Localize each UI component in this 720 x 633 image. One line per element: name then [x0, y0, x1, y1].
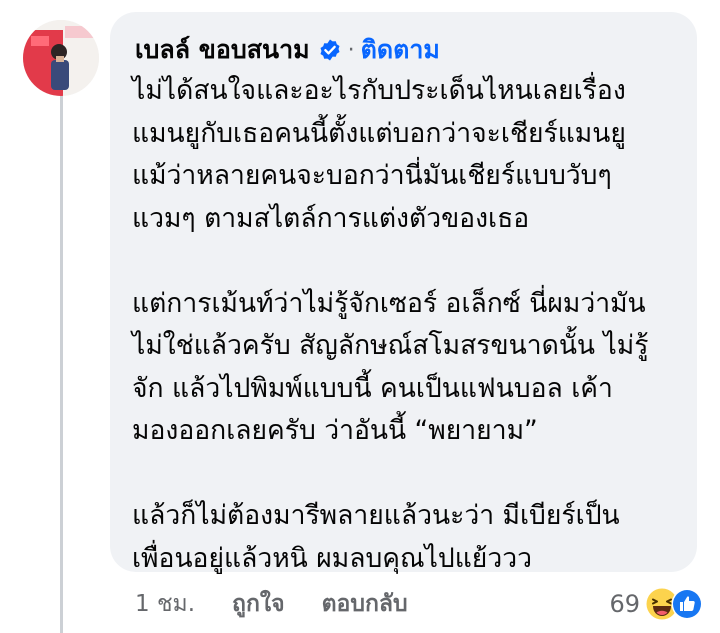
- thread-line: [60, 92, 63, 633]
- comment-line: แมนยูกับเธอคนนี้ตั้งแต่บอกว่าจะเชียร์แมน…: [132, 117, 626, 149]
- comment-header: เบลล์ ขอบสนาม · ติดตาม: [135, 30, 440, 70]
- like-button[interactable]: ถูกใจ: [232, 586, 285, 622]
- comment-line: ไม่ใช่แล้วครับ สัญลักษณ์สโมสรขนาดนั้น ไม…: [132, 330, 649, 361]
- comment-paragraph: ไม่ได้สนใจและอะไรกับประเด็นไหนเลยเรื่อง …: [132, 70, 692, 240]
- comment-text: ไม่ได้สนใจและอะไรกับประเด็นไหนเลยเรื่อง …: [132, 70, 692, 580]
- separator-dot: ·: [347, 37, 355, 63]
- comment-paragraph: แต่การเม้นท์ว่าไม่รู้จักเซอร์ อเล็กซ์ นี…: [132, 283, 692, 453]
- comment-line: แวมๆ ตามสไตล์การแต่งตัวของเธอ: [132, 202, 530, 234]
- timestamp[interactable]: 1 ชม.: [135, 586, 195, 622]
- avatar[interactable]: [23, 20, 99, 96]
- comment-line: แต่การเม้นท์ว่าไม่รู้จักเซอร์ อเล็กซ์ นี…: [132, 287, 646, 319]
- comment-actions: 1 ชม. ถูกใจ ตอบกลับ: [135, 586, 408, 622]
- comment-line: จัก แล้วไปพิมพ์แบบนี้ คนเป็นแฟนบอล เค้า: [132, 372, 613, 404]
- comment-paragraph: แล้วก็ไม่ต้องมารีพลายแล้วนะว่า มีเบียร์เ…: [132, 495, 692, 580]
- avatar-image: [23, 20, 99, 96]
- like-icon: [671, 588, 703, 620]
- comment-line: แล้วก็ไม่ต้องมารีพลายแล้วนะว่า มีเบียร์เ…: [132, 500, 620, 531]
- follow-button[interactable]: ติดตาม: [361, 30, 440, 70]
- comment-line: แม้ว่าหลายคนจะบอกว่านี่มันเชียร์แบบวับๆ: [132, 160, 612, 191]
- reaction-count: 69: [609, 590, 640, 618]
- author-name[interactable]: เบลล์ ขอบสนาม: [135, 30, 310, 70]
- comment-line: ไม่ได้สนใจและอะไรกับประเด็นไหนเลยเรื่อง: [132, 75, 626, 106]
- comment-line: มองออกเลยครับ ว่าอันนี้ “พยายาม”: [132, 415, 538, 446]
- reaction-icons: [644, 584, 703, 624]
- comment-line: เพื่อนอยู่แล้วหนิ ผมลบคุณไปแย้ววว: [132, 542, 532, 574]
- verified-badge-icon: [318, 38, 342, 62]
- reply-button[interactable]: ตอบกลับ: [322, 586, 408, 622]
- reaction-summary[interactable]: 69: [609, 584, 703, 624]
